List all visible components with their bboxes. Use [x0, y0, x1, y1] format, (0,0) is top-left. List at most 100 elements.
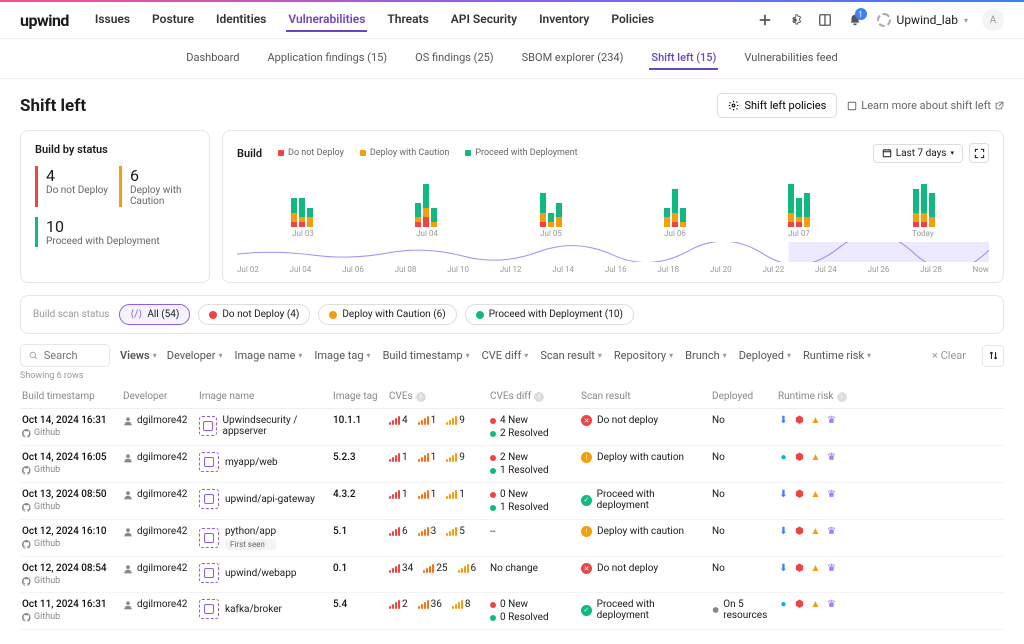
user-icon — [123, 490, 133, 500]
subnav-item[interactable]: Dashboard — [184, 47, 241, 70]
chart-title: Build — [237, 147, 262, 160]
search-input[interactable] — [44, 349, 101, 362]
plus-icon[interactable] — [757, 12, 773, 28]
expand-chart-button[interactable] — [969, 143, 989, 163]
nav-item-issues[interactable]: Issues — [93, 8, 132, 32]
column-filter[interactable]: Build timestamp▾ — [383, 349, 470, 362]
crown-icon: ♛ — [826, 452, 837, 463]
chevron-down-icon: ▾ — [298, 351, 302, 360]
nav-item-threats[interactable]: Threats — [385, 8, 430, 32]
main-header: upwind Issues Posture Identities Vulnerabil… — [0, 2, 1024, 39]
column-header[interactable]: Build timestamp — [22, 391, 117, 402]
chart-head: Build Do not DeployDeploy with CautionPr… — [237, 143, 989, 163]
table-row[interactable]: Oct 14, 2024 16:31Githubdgilmore42Upwind… — [20, 409, 1004, 446]
subnav-item[interactable]: SBOM explorer (234) — [520, 47, 626, 70]
logo[interactable]: upwind — [20, 11, 69, 30]
nav-item-inventory[interactable]: Inventory — [537, 8, 591, 32]
chart-group — [241, 169, 363, 227]
table-body: Oct 14, 2024 16:31Githubdgilmore42Upwind… — [20, 409, 1004, 630]
severity-icon — [389, 490, 400, 499]
column-header[interactable]: CVEs diffi — [490, 391, 575, 402]
status-item[interactable]: 10Proceed with Deployment — [35, 217, 195, 247]
chart-top-axis: Jul 03Jul 04Jul 05Jul 06Jul 07Today — [237, 227, 989, 238]
github-icon — [22, 613, 31, 622]
github-icon — [22, 429, 31, 438]
nav-item-identities[interactable]: Identities — [214, 8, 268, 32]
column-filter[interactable]: Image tag▾ — [314, 349, 370, 362]
column-header[interactable]: Image tag — [333, 391, 383, 402]
column-header[interactable]: Scan result — [581, 391, 706, 402]
filter-chip[interactable]: Deploy with Caution (6) — [318, 304, 456, 325]
container-icon — [199, 563, 219, 583]
column-filter[interactable]: Image name▾ — [235, 349, 303, 362]
chevron-down-icon: ▾ — [218, 351, 222, 360]
column-filter[interactable]: CVE diff▾ — [482, 349, 529, 362]
learn-more-link[interactable]: Learn more about shift left — [847, 99, 1004, 112]
chart-group — [863, 169, 985, 227]
nav-item-api-security[interactable]: API Security — [449, 8, 519, 32]
gear-icon — [728, 100, 739, 111]
table-row[interactable]: Oct 11, 2024 16:31Githubdgilmore42kafka/… — [20, 593, 1004, 630]
column-header[interactable]: CVEsi — [389, 391, 484, 402]
column-filter[interactable]: Runtime risk▾ — [803, 349, 871, 362]
column-filter[interactable]: Developer▾ — [167, 349, 223, 362]
sparkline-area: Jul 02Jul 04Jul 06Jul 08Jul 10Jul 12Jul … — [237, 242, 989, 270]
org-selector[interactable]: Upwind_lab ▾ — [877, 13, 968, 27]
sparkline-axis: Jul 02Jul 04Jul 06Jul 08Jul 10Jul 12Jul … — [237, 265, 989, 274]
filter-chip[interactable]: ⟨/⟩All (54) — [119, 304, 190, 325]
status-item[interactable]: 6Deploy with Caution — [119, 166, 195, 207]
subnav-item[interactable]: OS findings (25) — [413, 47, 496, 70]
column-filter[interactable]: Repository▾ — [614, 349, 673, 362]
date-range-dropdown[interactable]: Last 7 days ▾ — [873, 144, 963, 163]
gear-icon[interactable] — [787, 12, 803, 28]
chevron-down-icon: ▾ — [669, 351, 673, 360]
views-dropdown[interactable]: Views▾ — [120, 349, 157, 362]
search-box[interactable] — [20, 344, 110, 367]
user-icon — [123, 416, 133, 426]
subnav-item[interactable]: Vulnerabilities feed — [742, 47, 839, 70]
external-link-icon — [995, 101, 1004, 110]
clear-filters-button[interactable]: × Clear — [932, 349, 966, 362]
table-row[interactable]: Oct 14, 2024 16:05Githubdgilmore42myapp/… — [20, 446, 1004, 483]
chart-group — [614, 169, 736, 227]
book-icon[interactable] — [817, 12, 833, 28]
table-row[interactable]: Oct 12, 2024 16:10Githubdgilmore42python… — [20, 520, 1004, 557]
filter-chip[interactable]: Do not Deploy (4) — [198, 304, 310, 325]
subnav-item[interactable]: Shift left (15) — [649, 47, 718, 70]
crown-icon: ♛ — [826, 489, 837, 500]
nav-item-posture[interactable]: Posture — [150, 8, 196, 32]
column-header[interactable]: Developer — [123, 391, 193, 402]
scan-status-icon: ✓ — [581, 605, 592, 616]
column-header[interactable]: Image name — [199, 391, 327, 402]
table-row[interactable]: Oct 12, 2024 08:54Githubdgilmore42upwind… — [20, 557, 1004, 593]
chevron-down-icon: ▾ — [524, 351, 528, 360]
table-row[interactable]: Oct 13, 2024 08:50Githubdgilmore42upwind… — [20, 483, 1004, 520]
container-icon — [199, 416, 217, 436]
severity-icon — [389, 527, 400, 536]
column-filter[interactable]: Deployed▾ — [739, 349, 791, 362]
download-icon: ⬇ — [778, 563, 789, 574]
avatar[interactable]: A — [982, 9, 1004, 31]
nav-item-vulnerabilities[interactable]: Vulnerabilities — [286, 8, 367, 32]
resource-icon — [712, 605, 719, 615]
shift-left-policies-button[interactable]: Shift left policies — [717, 93, 837, 118]
chart-bars — [237, 169, 989, 227]
severity-icon — [446, 416, 457, 425]
column-header[interactable]: Runtime riski — [778, 391, 858, 402]
filter-buttons: Developer▾ Image name▾ Image tag▾ Build tim… — [167, 349, 871, 362]
column-filter[interactable]: Brunch▾ — [685, 349, 727, 362]
status-item[interactable]: 4Do not Deploy — [35, 166, 111, 207]
column-header[interactable]: Deployed — [712, 391, 772, 402]
expand-icon — [974, 148, 985, 159]
nav-item-policies[interactable]: Policies — [609, 8, 656, 32]
scan-status-icon: ✕ — [581, 563, 592, 574]
bell-icon[interactable]: 1 — [847, 12, 863, 28]
subnav-item[interactable]: Application findings (15) — [266, 47, 390, 70]
sparkline — [237, 242, 989, 262]
showing-count: Showing 6 rows — [20, 371, 1004, 381]
filter-chip[interactable]: Proceed with Deployment (10) — [465, 304, 634, 325]
sort-button[interactable] — [982, 345, 1004, 367]
column-filter[interactable]: Scan result▾ — [540, 349, 602, 362]
cards-row: Build by status 4Do not Deploy6Deploy wi… — [20, 130, 1004, 283]
download-icon: ⬇ — [778, 526, 789, 537]
